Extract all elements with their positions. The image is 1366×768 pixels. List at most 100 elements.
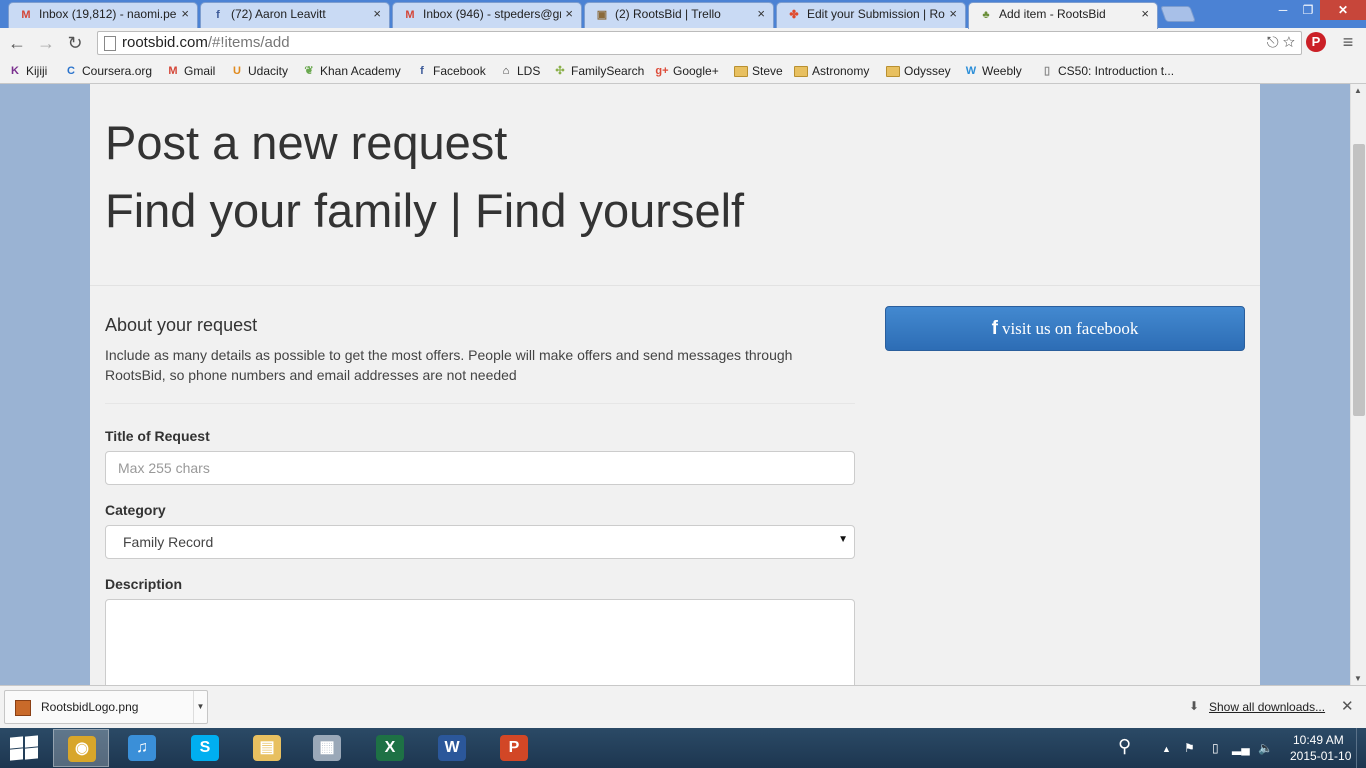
download-menu-chevron-icon[interactable]: ▼ [193, 691, 207, 723]
close-tab-icon[interactable]: × [373, 3, 381, 25]
taskbar-word-button[interactable]: W [424, 729, 480, 767]
udacity-icon: U [233, 65, 241, 77]
back-arrow-icon[interactable]: ← [6, 32, 28, 54]
bookmark-udacity[interactable]: U Udacity [228, 62, 288, 80]
bookmark-odyssey[interactable]: Odyssey [884, 62, 951, 80]
folder-icon [886, 66, 900, 77]
dropdown-arrow-icon: ▼ [838, 534, 848, 545]
bookmark-familysearch[interactable]: ✣ FamilySearch [551, 62, 644, 80]
category-field-label: Category [105, 502, 166, 518]
forward-arrow-icon[interactable]: → [35, 32, 57, 54]
bookmark-facebook[interactable]: f Facebook [413, 62, 486, 80]
pin-icon[interactable]: ⎋ [1267, 34, 1279, 51]
reload-icon[interactable]: ↻ [64, 32, 86, 54]
download-item[interactable]: RootsbidLogo.png ▼ [4, 690, 208, 724]
bookmark-kijiji[interactable]: K Kijiji [6, 62, 47, 80]
page-title: Post a new request [105, 116, 508, 169]
close-icon[interactable]: ✕ [1341, 697, 1354, 715]
facebook-button[interactable]: f visit us on facebook [885, 306, 1245, 351]
close-tab-icon[interactable]: × [1141, 3, 1149, 25]
coursera-icon: C [67, 65, 75, 77]
scrollbar-thumb[interactable] [1353, 144, 1365, 416]
rootsbid-tree-icon: ♣ [982, 9, 990, 21]
page-header: Post a new request Find your family | Fi… [105, 116, 744, 238]
close-tab-icon[interactable]: × [565, 3, 573, 25]
action-flag-icon[interactable]: ⚑ [1184, 741, 1195, 755]
folder-icon [734, 66, 748, 77]
vertical-scrollbar[interactable]: ▲ ▼ [1350, 84, 1366, 685]
battery-icon[interactable]: ▯ [1212, 741, 1219, 755]
bookmark-label: Kijiji [26, 64, 48, 78]
page-viewport: Post a new request Find your family | Fi… [0, 84, 1350, 685]
menu-hamburger-icon[interactable]: ≡ [1338, 32, 1358, 52]
taskbar-powerpoint-button[interactable]: P [486, 729, 542, 767]
address-bar[interactable]: rootsbid.com/#!items/add ⎋ ☆ [97, 31, 1302, 55]
bookmark-label: Facebook [433, 64, 486, 78]
bookmark-gmail[interactable]: M Gmail [164, 62, 215, 80]
bookmark-astronomy[interactable]: Astronomy [792, 62, 869, 80]
url-text[interactable]: rootsbid.com/#!items/add [122, 34, 290, 51]
bookmark-label: Udacity [248, 64, 289, 78]
browser-tab[interactable]: ▣ (2) RootsBid | Trello × [584, 2, 774, 28]
tray-expand-arrow-icon[interactable]: ▲ [1162, 744, 1171, 754]
tab-title: Inbox (946) - stpeders@gm [423, 7, 561, 21]
browser-tab[interactable]: M Inbox (946) - stpeders@gm × [392, 2, 582, 28]
pinterest-extension-icon[interactable]: P [1306, 32, 1326, 52]
weebly-icon: W [965, 65, 977, 77]
show-desktop-button[interactable] [1356, 728, 1366, 768]
bookmark-label: Coursera.org [82, 64, 153, 78]
scroll-down-arrow-icon[interactable]: ▼ [1354, 674, 1362, 683]
bookmark-label: LDS [517, 64, 541, 78]
url-path: /#!items/add [207, 34, 290, 51]
facebook-button-label: visit us on facebook [1001, 319, 1139, 338]
taskbar-excel-button[interactable]: X [362, 729, 418, 767]
volume-icon[interactable]: 🔈 [1258, 741, 1273, 755]
file-explorer-icon: ▤ [253, 735, 281, 761]
clock-date[interactable]: 2015-01-10 [1290, 749, 1351, 763]
bookmark-google[interactable]: g+ Google+ [653, 62, 718, 80]
bookmark-khan-academy[interactable]: ❦ Khan Academy [300, 62, 400, 80]
gmail-icon: M [168, 65, 178, 77]
download-arrow-icon: ⬇ [1189, 699, 1200, 713]
skype-icon: S [191, 735, 219, 761]
taskbar-skype-button[interactable]: S [177, 729, 233, 767]
browser-tab[interactable]: f (72) Aaron Leavitt × [200, 2, 390, 28]
download-file-name: RootsbidLogo.png [41, 700, 139, 714]
show-all-downloads-link[interactable]: Show all downloads... [1209, 700, 1325, 714]
bookmark-label: Weebly [982, 64, 1022, 78]
bookmarks-bar: K Kijiji C Coursera.org M Gmail U Udacity ❦ Khan … [0, 58, 1366, 84]
trello-icon: ▣ [596, 9, 608, 21]
taskbar-chrome-button[interactable]: ◉ [53, 729, 109, 767]
url-host: rootsbid.com [122, 34, 208, 51]
bookmark-coursera-org[interactable]: C Coursera.org [62, 62, 152, 80]
category-select[interactable]: Family Record ▼ [105, 525, 855, 559]
scroll-up-arrow-icon[interactable]: ▲ [1354, 86, 1362, 95]
bookmark-weebly[interactable]: W Weebly [962, 62, 1022, 80]
bookmark-cs50-introduction-t[interactable]: ▯ CS50: Introduction t... [1038, 62, 1174, 80]
close-tab-icon[interactable]: × [757, 3, 765, 25]
taskbar-file-explorer-button[interactable]: ▤ [239, 729, 295, 767]
minimize-window-button[interactable]: ─ [1270, 0, 1296, 20]
taskbar-itunes-button[interactable]: ♫ [114, 729, 170, 767]
browser-tab[interactable]: ♣ Add item - RootsBid × [968, 2, 1158, 29]
close-window-button[interactable]: ✕ [1320, 0, 1366, 20]
bookmark-steve[interactable]: Steve [732, 62, 783, 80]
description-textarea[interactable] [105, 599, 855, 685]
windows-start-button[interactable] [10, 735, 40, 761]
browser-tab[interactable]: ✤ Edit your Submission | Ro × [776, 2, 966, 28]
new-tab-button[interactable] [1160, 6, 1196, 22]
close-tab-icon[interactable]: × [949, 3, 957, 25]
clock-time[interactable]: 10:49 AM [1293, 733, 1344, 747]
browser-tab[interactable]: M Inbox (19,812) - naomi.pe × [8, 2, 198, 28]
bookmark-lds[interactable]: ⌂ LDS [497, 62, 541, 80]
network-signal-icon[interactable]: ▂▄ [1232, 741, 1250, 755]
maximize-window-button[interactable]: ❐ [1296, 0, 1320, 20]
bookmark-star-icon[interactable]: ☆ [1283, 34, 1295, 51]
divider [105, 403, 855, 404]
help-magnifier-icon[interactable]: ⚲ [1118, 736, 1131, 757]
title-input[interactable] [105, 451, 855, 485]
taskbar-calculator-button[interactable]: ▦ [299, 729, 355, 767]
gmail-icon: M [21, 9, 31, 21]
close-tab-icon[interactable]: × [181, 3, 189, 25]
bookmark-label: Gmail [184, 64, 216, 78]
